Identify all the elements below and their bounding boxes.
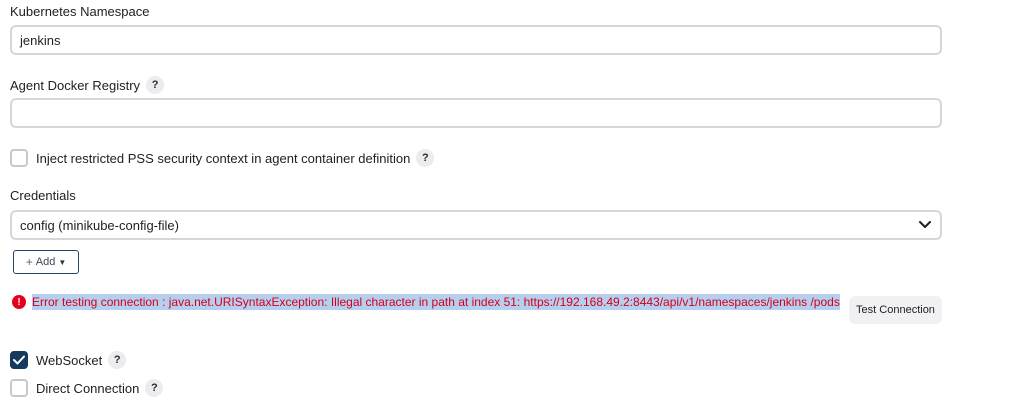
add-credentials-button[interactable]: + Add ▼	[13, 250, 79, 274]
pss-help-icon[interactable]: ?	[416, 149, 435, 167]
test-connection-button[interactable]: Test Connection	[849, 296, 942, 324]
credentials-label-text: Credentials	[10, 188, 76, 203]
direct-connection-checkbox-row: Direct Connection ?	[10, 379, 164, 397]
registry-label: Agent Docker Registry ?	[10, 76, 165, 94]
pss-checkbox-row: Inject restricted PSS security context i…	[10, 149, 435, 167]
plus-icon: +	[25, 255, 33, 269]
namespace-input-value: jenkins	[20, 32, 61, 48]
registry-input[interactable]	[10, 98, 942, 128]
websocket-checkbox-row: WebSocket ?	[10, 351, 127, 369]
error-message: ! Error testing connection : java.net.UR…	[12, 294, 840, 310]
direct-connection-help-icon[interactable]: ?	[145, 379, 164, 397]
caret-down-icon: ▼	[58, 257, 67, 267]
credentials-selected-value: config (minikube-config-file)	[20, 217, 179, 233]
credentials-select[interactable]: config (minikube-config-file)	[10, 210, 942, 240]
namespace-label: Kubernetes Namespace	[10, 4, 149, 19]
direct-connection-label: Direct Connection	[36, 380, 140, 396]
namespace-input[interactable]: jenkins	[10, 25, 942, 55]
websocket-label: WebSocket	[36, 352, 103, 368]
error-icon: !	[12, 295, 26, 309]
registry-label-text: Agent Docker Registry	[10, 77, 141, 93]
websocket-checkbox[interactable]	[10, 351, 28, 369]
chevron-down-icon	[918, 218, 932, 232]
pss-checkbox[interactable]	[10, 149, 28, 167]
pss-label: Inject restricted PSS security context i…	[36, 150, 411, 166]
direct-connection-checkbox[interactable]	[10, 379, 28, 397]
checkmark-icon	[13, 355, 25, 365]
credentials-label: Credentials	[10, 188, 76, 203]
namespace-label-text: Kubernetes Namespace	[10, 4, 150, 19]
registry-help-icon[interactable]: ?	[146, 76, 165, 94]
error-text: Error testing connection : java.net.URIS…	[32, 294, 840, 310]
websocket-help-icon[interactable]: ?	[108, 351, 127, 369]
add-button-label: Add	[35, 256, 56, 268]
